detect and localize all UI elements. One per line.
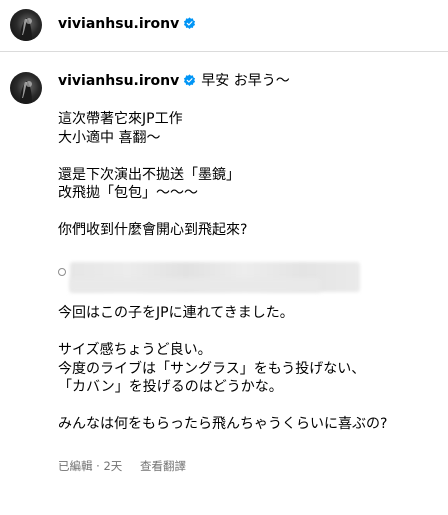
caption-line-jp: 今度のライブは「サングラス」をもう投げない、 — [58, 360, 366, 377]
avatar-image — [20, 81, 32, 104]
caption-line-jp: サイズ感ちょうど良い。 — [58, 342, 212, 358]
caption-line: 改飛拋「包包」～～～ — [58, 185, 198, 201]
caption-line: 還是下次演出不拋送「墨鏡」 — [58, 166, 240, 183]
caption-line-jp: 今回はこの子をJPに連れてきました。 — [58, 305, 294, 321]
caption-line-jp: みんなは何をもらったら飛んちゃうくらいに喜ぶの? — [58, 416, 388, 432]
avatar[interactable] — [10, 9, 42, 41]
caption-line: 大小適中 喜翻～ — [58, 129, 161, 146]
see-translation-button[interactable]: 查看翻譯 — [140, 459, 186, 473]
post-header: vivianhsu.ironv — [0, 0, 448, 52]
caption-username[interactable]: vivianhsu.ironv — [58, 73, 179, 89]
blurred-content — [70, 278, 320, 292]
caption-line: 這次帶著它來JP工作 — [58, 111, 183, 127]
post-meta: 已編輯 · 2天 查看翻譯 — [58, 458, 186, 474]
avatar[interactable] — [10, 72, 42, 104]
verified-badge-icon — [184, 74, 196, 87]
verified-badge-icon — [184, 17, 196, 30]
caption-body: 這次帶著它來JP工作 大小適中 喜翻～ 還是下次演出不拋送「墨鏡」 改飛拋「包包… — [58, 110, 438, 434]
caption-line-jp — [58, 397, 438, 416]
mention-dot-icon — [58, 268, 66, 276]
post-time[interactable]: 2天 — [103, 459, 122, 473]
edited-label: 已編輯 — [58, 459, 93, 473]
blurred-mention — [58, 260, 438, 296]
caption-greeting: 早安 お早う～ — [201, 73, 290, 89]
caption-line-jp — [58, 323, 438, 342]
caption-line-jp: 「カバン」を投げるのはどうかな。 — [58, 379, 283, 395]
avatar-image — [20, 18, 32, 41]
caption-head: vivianhsu.ironv 早安 お早う～ — [58, 72, 290, 90]
caption-line — [58, 203, 438, 222]
caption-line — [58, 147, 438, 166]
meta-separator: · — [96, 459, 100, 473]
header-username[interactable]: vivianhsu.ironv — [58, 15, 196, 33]
caption-line: 你們收到什麼會開心到飛起來? — [58, 222, 248, 238]
header-username-text[interactable]: vivianhsu.ironv — [58, 16, 179, 32]
